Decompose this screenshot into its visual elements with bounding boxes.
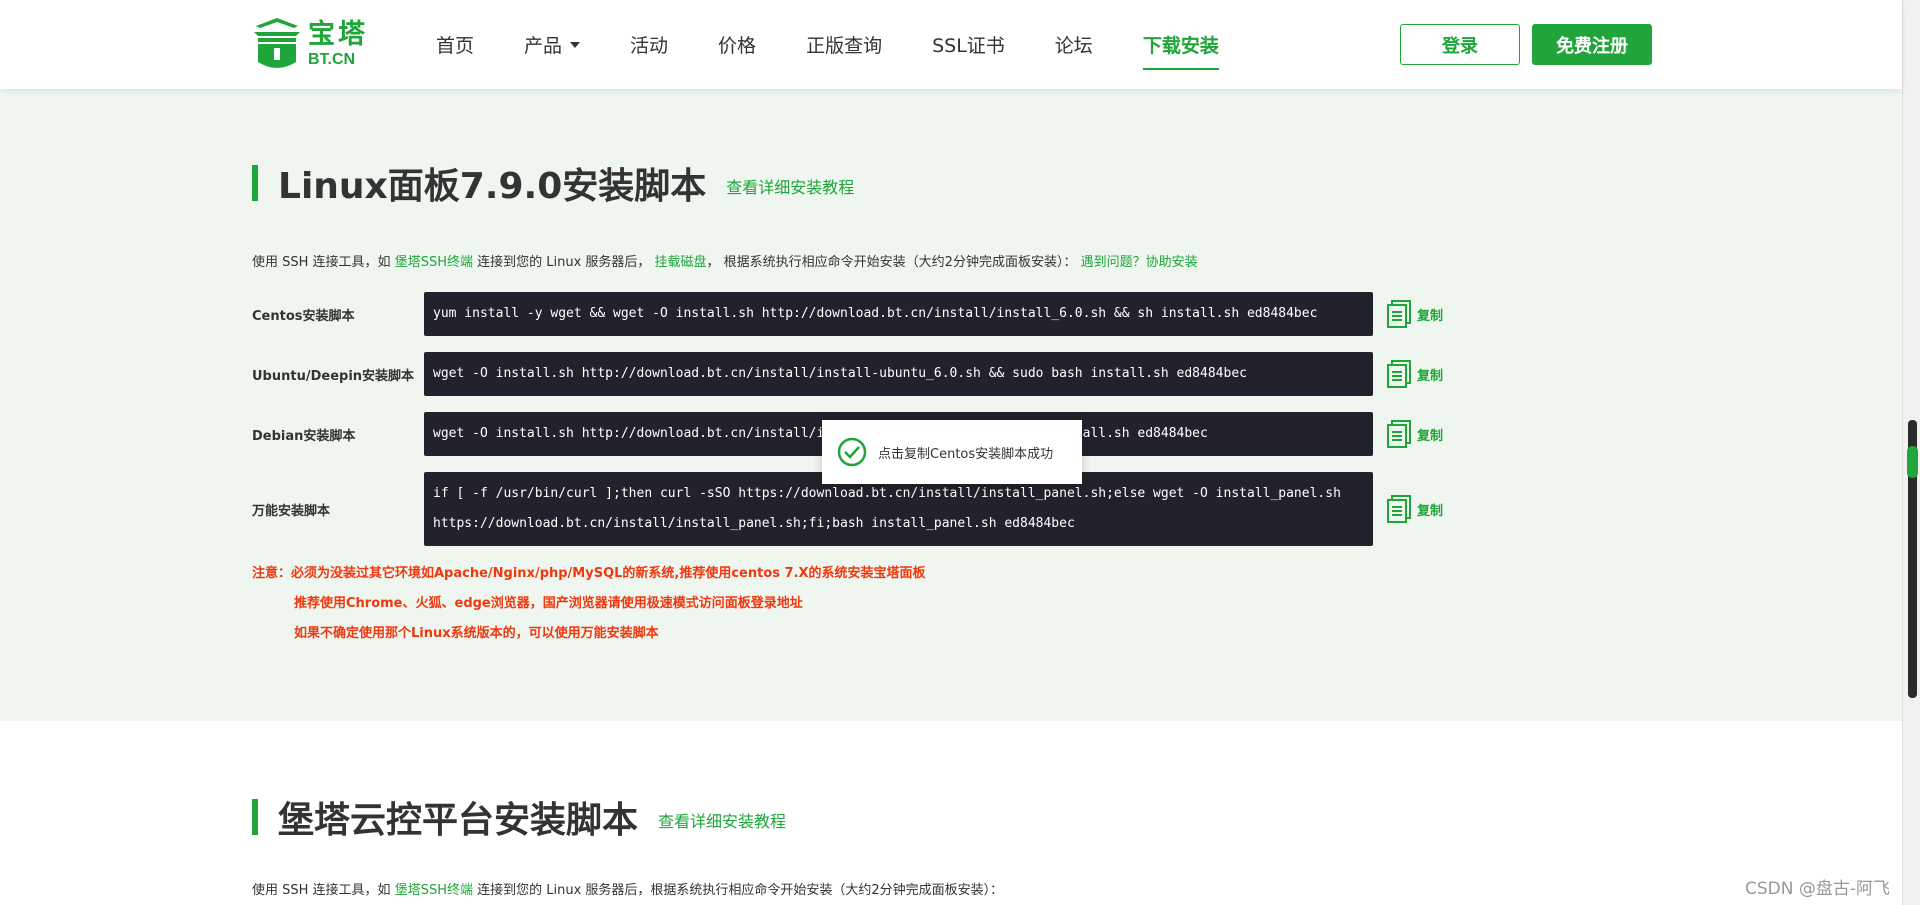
note-line: 推荐使用Chrome、火狐、edge浏览器，国产浏览器请使用极速模式访问面板登录… (294, 596, 803, 611)
scrollbar-indicator (1907, 446, 1918, 478)
copy-label: 复制 (1417, 503, 1444, 519)
script-code-text: wget -O install.sh http://download.bt.cn… (433, 366, 1247, 381)
nav-download[interactable]: 下载安装 (1142, 0, 1219, 89)
script-row-centos: Centos安装脚本 yum install -y wget && wget -… (252, 292, 1452, 336)
copy-icon (1387, 495, 1411, 523)
copy-label: 复制 (1417, 428, 1444, 444)
mount-disk-link[interactable]: 挂载磁盘 (655, 255, 707, 270)
script-label: Centos安装脚本 (252, 308, 355, 324)
script-code-line2: https://download.bt.cn/install/install_p… (433, 516, 1075, 531)
title-accent-bar (252, 165, 258, 201)
tutorial-link[interactable]: 查看详细安装教程 (726, 174, 854, 198)
nav-products[interactable]: 产品 (524, 0, 581, 89)
intro-text: 使用 SSH 连接工具，如 (252, 255, 395, 270)
copy-label: 复制 (1417, 308, 1444, 324)
main-nav: 首页 产品 活动 价格 正版查询 SSL证书 论坛 下载安装 (436, 0, 1269, 89)
install-notes: 注意：必须为没装过其它环境如Apache/Nginx/php/MySQL的新系统… (252, 559, 926, 649)
section-title: Linux面板7.9.0安装脚本 查看详细安装教程 (252, 157, 854, 209)
ssh-terminal-link[interactable]: 堡塔SSH终端 (395, 883, 473, 898)
intro-text: ， 根据系统执行相应命令开始安装（大约2分钟完成面板安装）： (706, 255, 1081, 270)
copy-icon (1387, 420, 1411, 448)
watermark: CSDN @盘古-阿飞 (1744, 879, 1890, 899)
caret-down-icon (570, 41, 581, 48)
nav-activities[interactable]: 活动 (630, 0, 668, 89)
script-row-ubuntu: Ubuntu/Deepin安装脚本 wget -O install.sh htt… (252, 352, 1452, 396)
logo-cn-text: 宝塔 (308, 19, 368, 50)
intro-text: 连接到您的 Linux 服务器后，根据系统执行相应命令开始安装（大约2分钟完成面… (472, 883, 1004, 898)
section-title-text: Linux面板7.9.0安装脚本 (278, 166, 707, 207)
nav-home[interactable]: 首页 (436, 0, 474, 89)
nav-products-label: 产品 (524, 35, 563, 57)
script-label: Ubuntu/Deepin安装脚本 (252, 368, 415, 384)
linux-install-section: Linux面板7.9.0安装脚本 查看详细安装教程 使用 SSH 连接工具，如 … (0, 89, 1902, 721)
script-code-text: wget -O install.sh http://download.bt.cn… (433, 426, 1208, 441)
page-scrollbar[interactable] (1902, 0, 1920, 905)
title-accent-bar (252, 799, 258, 835)
login-button[interactable]: 登录 (1400, 24, 1520, 65)
copy-button[interactable]: 复制 (1387, 300, 1443, 328)
script-code[interactable]: yum install -y wget && wget -O install.s… (424, 292, 1373, 336)
nav-pricing[interactable]: 价格 (718, 0, 756, 89)
pagoda-logo-icon (252, 16, 302, 74)
check-circle-icon (837, 437, 867, 467)
nav-genuine-check[interactable]: 正版查询 (806, 0, 882, 89)
register-button[interactable]: 免费注册 (1532, 24, 1652, 65)
intro-text: 使用 SSH 连接工具，如 (252, 883, 395, 898)
script-code[interactable]: wget -O install.sh http://download.bt.cn… (424, 352, 1373, 396)
install-intro: 使用 SSH 连接工具，如 堡塔SSH终端 连接到您的 Linux 服务器后， … (252, 251, 1198, 270)
copy-button[interactable]: 复制 (1387, 495, 1443, 523)
section-title-text: 堡塔云控平台安装脚本 (278, 800, 639, 841)
copy-button[interactable]: 复制 (1387, 360, 1443, 388)
copy-success-toast: 点击复制Centos安装脚本成功 (822, 420, 1082, 484)
tutorial-link[interactable]: 查看详细安装教程 (658, 808, 786, 832)
copy-button[interactable]: 复制 (1387, 420, 1443, 448)
site-header: 宝塔 BT.CN 首页 产品 活动 价格 正版查询 SSL证书 论坛 下载安装 … (0, 0, 1902, 89)
ssh-terminal-link[interactable]: 堡塔SSH终端 (395, 255, 473, 270)
nav-forum[interactable]: 论坛 (1055, 0, 1093, 89)
note-line: 注意：必须为没装过其它环境如Apache/Nginx/php/MySQL的新系统… (252, 566, 926, 581)
toast-message: 点击复制Centos安装脚本成功 (878, 446, 1054, 462)
logo-en-text: BT.CN (308, 51, 356, 68)
script-label: Debian安装脚本 (252, 428, 356, 444)
logo[interactable]: 宝塔 BT.CN (252, 16, 372, 74)
script-code-text: yum install -y wget && wget -O install.s… (433, 306, 1318, 321)
nav-ssl[interactable]: SSL证书 (932, 0, 1005, 89)
cloud-control-section: 堡塔云控平台安装脚本 查看详细安装教程 使用 SSH 连接工具，如 堡塔SSH终… (0, 721, 1902, 905)
note-line: 如果不确定使用那个Linux系统版本的，可以使用万能安装脚本 (294, 626, 659, 641)
intro-text: 连接到您的 Linux 服务器后， (472, 255, 655, 270)
copy-label: 复制 (1417, 368, 1444, 384)
copy-icon (1387, 300, 1411, 328)
help-install-link[interactable]: 遇到问题？协助安装 (1081, 255, 1198, 270)
script-label: 万能安装脚本 (252, 503, 331, 519)
install-intro: 使用 SSH 连接工具，如 堡塔SSH终端 连接到您的 Linux 服务器后，根… (252, 879, 1003, 898)
copy-icon (1387, 360, 1411, 388)
section-title: 堡塔云控平台安装脚本 查看详细安装教程 (252, 791, 786, 843)
